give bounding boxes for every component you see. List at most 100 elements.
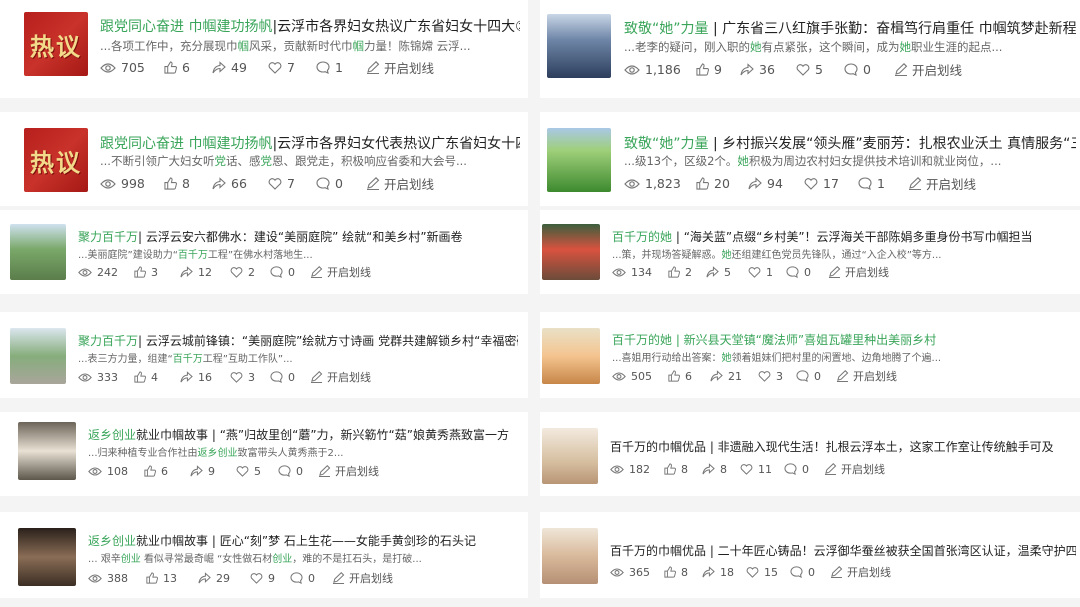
- highlight-button[interactable]: 开启划线: [310, 264, 371, 280]
- like-count[interactable]: 8: [164, 176, 212, 191]
- favorite-count[interactable]: 7: [268, 60, 316, 75]
- share-count[interactable]: 29: [198, 572, 250, 585]
- article-stats: 108 6 9 5 0 开启划线: [88, 463, 379, 479]
- share-arrow-icon: [740, 63, 754, 76]
- heart-icon: [796, 63, 810, 76]
- article-title[interactable]: 聚力百千万| 云浮云城前锋镇：“美丽庭院”绘就方寸诗画 党群共建解锁乡村“幸福密…: [78, 332, 518, 349]
- comment-icon: [270, 371, 283, 383]
- share-count[interactable]: 21: [710, 370, 758, 383]
- highlight-button[interactable]: 开启划线: [332, 570, 393, 586]
- article-title[interactable]: 百千万的巾帼优品 | 二十年匠心铸品！云浮御华蚕丝被获全国首张湾区认证，温柔守护…: [610, 542, 1076, 559]
- article-excerpt: ... 艰辛创业 看似寻常最奇崛 “女性做石材创业，难的不是扛石头，是打破...: [88, 554, 422, 565]
- share-count[interactable]: 36: [740, 62, 796, 77]
- share-count[interactable]: 94: [748, 176, 804, 191]
- share-arrow-icon: [710, 370, 723, 382]
- article-title[interactable]: 跟党同心奋进 巾帼建功扬帆|云浮市各界妇女代表热议广东省妇女十四大: [100, 133, 520, 153]
- article-card[interactable]: 百千万的她 | 新兴县天堂镇“魔法师”喜姐瓦罐里种出美丽乡村 ...喜姐用行动给…: [540, 312, 1080, 398]
- favorite-count[interactable]: 7: [268, 176, 316, 191]
- comment-count[interactable]: 1: [316, 60, 366, 75]
- article-card[interactable]: 返乡创业就业巾帼故事 | 匠心“刻”梦 石上生花——女能手黄剑珍的石头记 ...…: [0, 512, 528, 598]
- article-title[interactable]: 返乡创业就业巾帼故事 | “燕”归故里创“蘑”力，新兴簕竹“菇”娘黄秀燕致富一方: [88, 426, 520, 443]
- article-title[interactable]: 致敬“她”力量 | 广东省三八红旗手张勤：奋楫笃行肩重任 巾帼筑梦赴新程: [624, 18, 1076, 38]
- like-count[interactable]: 6: [144, 465, 190, 478]
- highlight-button[interactable]: 开启划线: [828, 264, 889, 280]
- comment-count[interactable]: 0: [290, 572, 332, 585]
- heart-icon: [740, 463, 753, 475]
- like-count[interactable]: 13: [146, 572, 198, 585]
- highlight-button[interactable]: 开启划线: [894, 60, 962, 79]
- share-count[interactable]: 9: [190, 465, 236, 478]
- like-count[interactable]: 8: [664, 566, 702, 579]
- favorite-count[interactable]: 11: [740, 463, 784, 476]
- favorite-count[interactable]: 5: [796, 62, 844, 77]
- comment-count[interactable]: 0: [316, 176, 366, 191]
- favorite-count[interactable]: 9: [250, 572, 290, 585]
- favorite-count[interactable]: 3: [758, 370, 796, 383]
- article-card[interactable]: 聚力百千万| 云浮云城前锋镇：“美丽庭院”绘就方寸诗画 党群共建解锁乡村“幸福密…: [0, 312, 528, 398]
- comment-count[interactable]: 0: [786, 266, 828, 279]
- article-thumbnail: [18, 422, 76, 480]
- like-count[interactable]: 2: [668, 266, 706, 279]
- share-count[interactable]: 16: [180, 371, 230, 384]
- favorite-count[interactable]: 5: [236, 465, 278, 478]
- article-title[interactable]: 百千万的她 | 新兴县天堂镇“魔法师”喜姐瓦罐里种出美丽乡村: [612, 331, 1076, 348]
- article-card[interactable]: 百千万的巾帼优品 | 非遗融入现代生活！扎根云浮本土，这家工作室让传统触手可及 …: [540, 412, 1080, 496]
- favorite-count[interactable]: 15: [746, 566, 790, 579]
- favorite-count[interactable]: 3: [230, 371, 270, 384]
- article-card[interactable]: 百千万的巾帼优品 | 二十年匠心铸品！云浮御华蚕丝被获全国首张湾区认证，温柔守护…: [540, 512, 1080, 598]
- article-title[interactable]: 聚力百千万| 云浮云安六都佛水：建设“美丽庭院” 绘就“和美乡村”新画卷: [78, 228, 518, 245]
- like-count[interactable]: 9: [696, 62, 740, 77]
- share-count[interactable]: 49: [212, 60, 268, 75]
- article-card[interactable]: 致敬“她”力量 | 广东省三八红旗手张勤：奋楫笃行肩重任 巾帼筑梦赴新程 ...…: [540, 0, 1080, 98]
- article-card[interactable]: 热议 跟党同心奋进 巾帼建功扬帆|云浮市各界妇女热议广东省妇女十四大② ...各…: [0, 0, 528, 98]
- share-count[interactable]: 66: [212, 176, 268, 191]
- article-title[interactable]: 致敬“她”力量 | 乡村振兴发展“领头雁”麦丽芳：扎根农业沃土 真情服务“三农”: [624, 133, 1076, 153]
- comment-count[interactable]: 0: [270, 371, 310, 384]
- share-count[interactable]: 5: [706, 266, 748, 279]
- favorite-count[interactable]: 1: [748, 266, 786, 279]
- article-thumbnail: [10, 224, 66, 280]
- like-count[interactable]: 6: [668, 370, 710, 383]
- article-thumbnail: [542, 428, 598, 484]
- highlight-button[interactable]: 开启划线: [908, 174, 976, 193]
- share-count[interactable]: 12: [180, 266, 230, 279]
- article-card[interactable]: 热议 跟党同心奋进 巾帼建功扬帆|云浮市各界妇女代表热议广东省妇女十四大 ...…: [0, 112, 528, 206]
- comment-count[interactable]: 0: [790, 566, 830, 579]
- highlight-button[interactable]: 开启划线: [366, 58, 434, 77]
- comment-count[interactable]: 0: [270, 266, 310, 279]
- highlight-button[interactable]: 开启划线: [824, 461, 885, 477]
- favorite-count[interactable]: 17: [804, 176, 858, 191]
- comment-count[interactable]: 0: [784, 463, 824, 476]
- pencil-icon: [310, 371, 323, 383]
- like-count[interactable]: 8: [664, 463, 702, 476]
- comment-count[interactable]: 0: [844, 62, 894, 77]
- like-count[interactable]: 4: [134, 371, 180, 384]
- highlight-button[interactable]: 开启划线: [366, 174, 434, 193]
- article-title[interactable]: 返乡创业就业巾帼故事 | 匠心“刻”梦 石上生花——女能手黄剑珍的石头记: [88, 532, 520, 549]
- article-card[interactable]: 百千万的她 | “海关蓝”点缀“乡村美”！云浮海关干部陈娟多重身份书写巾帼担当 …: [540, 210, 1080, 294]
- highlight-button[interactable]: 开启划线: [318, 463, 379, 479]
- view-count: 1,823: [624, 176, 696, 191]
- comment-count[interactable]: 0: [796, 370, 836, 383]
- article-card[interactable]: 致敬“她”力量 | 乡村振兴发展“领头雁”麦丽芳：扎根农业沃土 真情服务“三农”…: [540, 112, 1080, 206]
- highlight-button[interactable]: 开启划线: [830, 564, 891, 580]
- article-title[interactable]: 百千万的巾帼优品 | 非遗融入现代生活！扎根云浮本土，这家工作室让传统触手可及: [610, 438, 1076, 455]
- like-count[interactable]: 3: [134, 266, 180, 279]
- like-count[interactable]: 6: [164, 60, 212, 75]
- view-count: 242: [78, 266, 134, 279]
- heart-icon: [230, 371, 243, 383]
- favorite-count[interactable]: 2: [230, 266, 270, 279]
- article-card[interactable]: 返乡创业就业巾帼故事 | “燕”归故里创“蘑”力，新兴簕竹“菇”娘黄秀燕致富一方…: [0, 412, 528, 496]
- highlight-button[interactable]: 开启划线: [836, 368, 897, 384]
- comment-count[interactable]: 0: [278, 465, 318, 478]
- article-title[interactable]: 百千万的她 | “海关蓝”点缀“乡村美”！云浮海关干部陈娟多重身份书写巾帼担当: [612, 228, 1076, 245]
- like-count[interactable]: 20: [696, 176, 748, 191]
- article-title[interactable]: 跟党同心奋进 巾帼建功扬帆|云浮市各界妇女热议广东省妇女十四大②: [100, 16, 520, 36]
- pencil-icon: [830, 566, 843, 578]
- highlight-button[interactable]: 开启划线: [310, 369, 371, 385]
- view-count: 182: [610, 463, 664, 476]
- comment-count[interactable]: 1: [858, 176, 908, 191]
- share-count[interactable]: 8: [702, 463, 740, 476]
- article-card[interactable]: 聚力百千万| 云浮云安六都佛水：建设“美丽庭院” 绘就“和美乡村”新画卷 ...…: [0, 210, 528, 294]
- share-count[interactable]: 18: [702, 566, 746, 579]
